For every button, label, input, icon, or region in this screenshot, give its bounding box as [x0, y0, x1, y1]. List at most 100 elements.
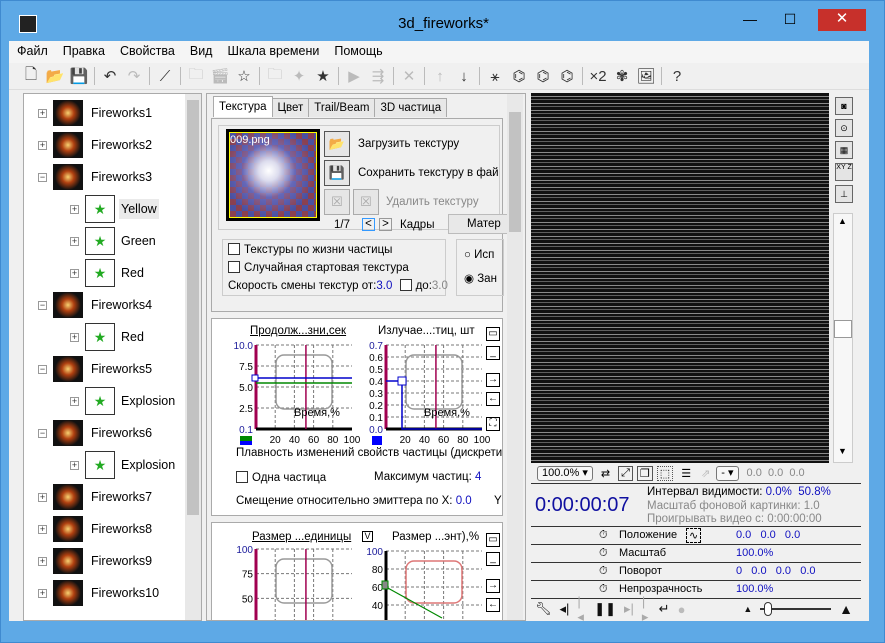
interval-to[interactable]: 50.8%	[798, 486, 831, 498]
speed-slider-thumb[interactable]	[764, 602, 773, 616]
speed-to-checkbox[interactable]	[399, 279, 412, 291]
folder-star-icon[interactable]: 🗀	[263, 65, 287, 87]
loop-icon[interactable]: ↵	[659, 601, 670, 617]
tree-node[interactable]: + Fireworks8	[38, 514, 154, 544]
step-forward-icon[interactable]: |▸	[642, 594, 651, 625]
expand-toggle[interactable]: +	[38, 524, 47, 534]
link-icon[interactable]: ⤢	[618, 465, 633, 481]
flow-icon[interactable]: ⇶	[366, 65, 390, 87]
expand-toggle[interactable]: +	[38, 140, 47, 150]
expand-toggle[interactable]: +	[70, 268, 79, 278]
expand-toggle[interactable]: +	[70, 204, 79, 214]
tree-node-label[interactable]: Red	[119, 263, 146, 283]
tree-node-label[interactable]: Explosion	[119, 391, 177, 411]
new-file-icon[interactable]: 🗋	[19, 65, 43, 87]
clapper-star-icon[interactable]: ✦	[287, 65, 311, 87]
expand-toggle[interactable]: −	[38, 428, 47, 438]
tree-node-label[interactable]: Fireworks4	[89, 295, 154, 315]
minimize-graph-icon[interactable]: _	[486, 552, 500, 566]
expand-toggle[interactable]: −	[38, 300, 47, 310]
tree-node-label[interactable]: Fireworks6	[89, 423, 154, 443]
load-texture-label[interactable]: Загрузить текстуру	[358, 138, 459, 150]
viewport-scroll-thumb[interactable]	[834, 320, 852, 338]
grid-icon[interactable]: ▦	[835, 141, 853, 159]
pause-icon[interactable]: ❚❚	[594, 601, 616, 617]
star-star-icon[interactable]: ★	[311, 65, 335, 87]
tree-node[interactable]: + Fireworks9	[38, 546, 154, 576]
star-icon[interactable]: ☆	[232, 65, 256, 87]
stopwatch-icon[interactable]: ⏱︎	[599, 583, 608, 596]
tree-node[interactable]: + ★ Yellow	[70, 194, 159, 224]
expand-toggle[interactable]: +	[70, 396, 79, 406]
tree-node-label[interactable]: Explosion	[119, 455, 177, 475]
tree-node[interactable]: + ★ Red	[70, 322, 146, 352]
load-texture-button[interactable]: 📂	[324, 131, 350, 157]
maximize-button[interactable]: ☐	[776, 9, 804, 31]
maple-leaf-icon[interactable]: ✾	[610, 65, 634, 87]
tree-1-icon[interactable]: ⚹	[483, 65, 507, 87]
tree-node-label[interactable]: Fireworks7	[89, 487, 154, 507]
interval-from[interactable]: 0.0%	[766, 486, 792, 498]
tree-node[interactable]: − Fireworks6	[38, 418, 154, 448]
tree-node[interactable]: + ★ Green	[70, 226, 158, 256]
menu-item[interactable]: Файл	[9, 41, 55, 58]
to-start-icon[interactable]: |◂	[577, 594, 586, 625]
menu-item[interactable]: Свойства	[112, 41, 182, 58]
prev-frame-button[interactable]: <	[362, 218, 375, 231]
arrow-left-icon[interactable]: ←	[486, 598, 500, 612]
record-icon[interactable]: ●	[678, 602, 686, 617]
property-value[interactable]: 100.0%	[736, 583, 773, 595]
maximize-graph-icon[interactable]: ▭	[486, 327, 500, 341]
scroll-up-icon[interactable]: ▲	[838, 216, 847, 226]
camera-icon[interactable]: ◙	[835, 97, 853, 115]
image-icon[interactable]: 🖼︎	[634, 65, 658, 87]
tree-node-label[interactable]: Fireworks8	[89, 519, 154, 539]
lifetime-graph-title[interactable]: Продолж...зни,сек	[250, 325, 346, 337]
tree-node-label[interactable]: Fireworks3	[89, 167, 154, 187]
arrow-left-icon[interactable]: ←	[486, 392, 500, 406]
maximize-graph-icon[interactable]: ▭	[486, 533, 500, 547]
tree-node-label[interactable]: Yellow	[119, 199, 159, 219]
minimize-button[interactable]: —	[736, 9, 764, 31]
menu-item[interactable]: Помощь	[326, 41, 389, 58]
tree-node[interactable]: + Fireworks2	[38, 130, 154, 160]
undo-icon[interactable]: ↶	[98, 65, 122, 87]
expand-toggle[interactable]: +	[38, 492, 47, 502]
radio-use[interactable]: ○ Исп	[464, 249, 494, 261]
tab-trail-beam[interactable]: Trail/Beam	[308, 98, 376, 117]
step-back-icon[interactable]: ◂|	[560, 601, 570, 617]
property-value[interactable]: 100.0%	[736, 547, 773, 559]
by-life-checkbox[interactable]: Текстуры по жизни частицы	[228, 243, 392, 256]
wrench-icon[interactable]: 🔧︎	[535, 601, 552, 617]
stopwatch-icon[interactable]: ⏱︎	[599, 547, 608, 560]
redo-icon[interactable]: ↷	[122, 65, 146, 87]
tab-texture[interactable]: Текстура	[213, 96, 273, 117]
delete-texture-button[interactable]: ☒	[324, 189, 350, 215]
tab-color[interactable]: Цвет	[271, 98, 310, 117]
tree-node-label[interactable]: Green	[119, 231, 158, 251]
property-row[interactable]: ⏱︎ Поворот 0 0.0 0.0 0.0	[531, 563, 861, 581]
tree-node[interactable]: − Fireworks3	[38, 162, 154, 192]
expand-toggle[interactable]: +	[38, 108, 47, 118]
layers-icon[interactable]: ☰	[681, 467, 691, 480]
offset-x-value[interactable]: 0.0	[456, 495, 472, 507]
path-icon[interactable]: ∿	[686, 528, 702, 543]
folder-icon[interactable]: 🗀	[184, 65, 208, 87]
tree-node[interactable]: + ★ Explosion	[70, 450, 177, 480]
shuffle-icon[interactable]: ⇄	[601, 467, 610, 480]
mode-combo[interactable]: - ▾	[716, 465, 739, 481]
copy-icon[interactable]: ❐	[636, 465, 653, 481]
tree-node[interactable]: + ★ Explosion	[70, 386, 177, 416]
viewport-scrollbar[interactable]: ▲ ▼	[833, 213, 853, 463]
fit-graph-icon[interactable]: ⛶	[486, 417, 500, 431]
tree-scrollbar[interactable]	[185, 94, 201, 620]
size-percent-checkbox[interactable]: V	[362, 531, 373, 542]
emission-graph-title[interactable]: Излучае...:тиц, шт	[378, 325, 475, 337]
expand-toggle[interactable]: −	[38, 172, 47, 182]
target-icon[interactable]: ⊙	[835, 119, 853, 137]
x2-icon[interactable]: ×2	[586, 65, 610, 87]
expand-toggle[interactable]: +	[70, 236, 79, 246]
arrow-down-icon[interactable]: ↓	[452, 65, 476, 87]
tree-node-label[interactable]: Fireworks1	[89, 103, 154, 123]
tree-node-label[interactable]: Red	[119, 327, 146, 347]
